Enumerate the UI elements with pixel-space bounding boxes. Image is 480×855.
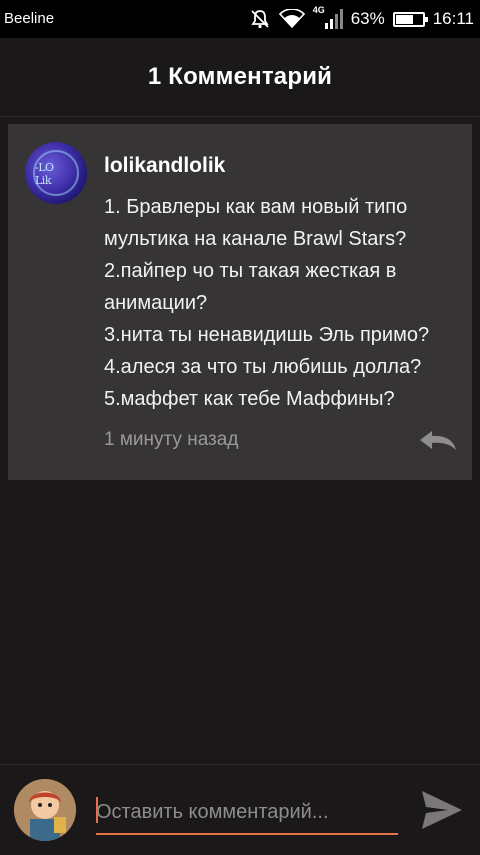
comment-line: анимации? [104,292,208,314]
mute-icon [249,8,271,30]
comment-line: 4.алеся за что ты любишь долла? [104,356,422,378]
author-avatar[interactable]: -LO Lik [25,142,87,204]
avatar-mark: -LO Lik [35,161,54,187]
user-avatar[interactable] [14,779,76,841]
battery-percent: 63% [350,9,385,28]
comment-author[interactable]: lolikandlolik [104,154,225,178]
status-icons: 4G 63% 16:11 [249,0,474,38]
signal-icon: 4G [313,5,343,31]
status-bar: Beeline 4G 63% 16:11 [0,0,480,38]
comment-text: 1. Бравлеры как вам новый типо мультика … [104,191,464,415]
battery-icon [392,11,428,27]
wifi-icon [278,9,305,29]
comment-line: мультика на канале Brawl Stars? [104,228,407,250]
comment-line: 2.пайпер чо ты такая жесткая в [104,260,397,282]
comment-timestamp: 1 минуту назад [104,429,239,450]
text-cursor [96,797,98,823]
app-header: 1 Комментарий [0,38,480,117]
send-icon[interactable] [420,789,464,831]
comment-line: 5.маффет как тебе Маффины? [104,388,395,410]
comment-card[interactable]: -LO Lik lolikandlolik 1. Бравлеры как вам… [8,124,472,480]
comment-line: 1. Бравлеры как вам новый типо [104,196,408,218]
reply-icon[interactable] [418,429,458,451]
page-title: 1 Комментарий [147,63,333,90]
carrier-name: Beeline [4,10,55,27]
comment-input[interactable] [96,791,398,835]
comment-line: 3.нита ты ненавидишь Эль примо? [104,324,430,346]
clock: 16:11 [432,9,474,28]
battery-fill [395,14,414,24]
comment-composer [0,764,480,855]
